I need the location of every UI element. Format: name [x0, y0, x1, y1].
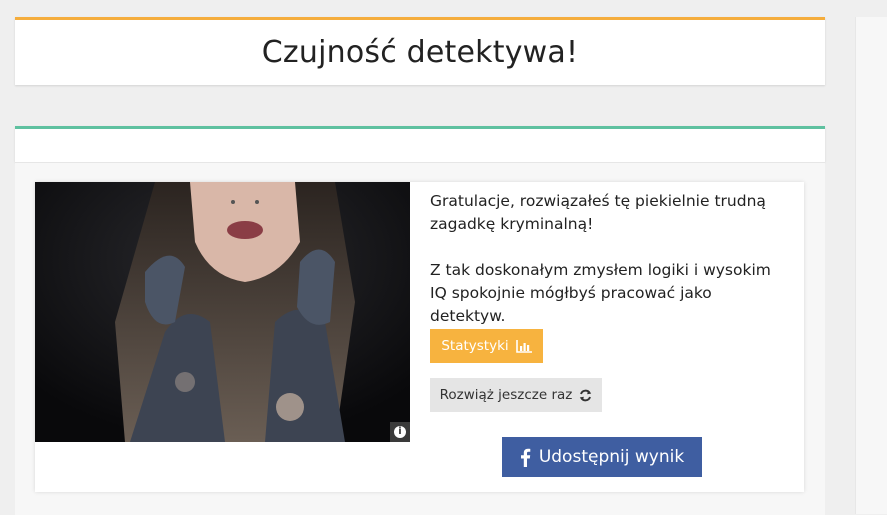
facebook-icon [520, 448, 531, 467]
title-card: Czujność detektywa! [15, 17, 825, 85]
stats-button-label: Statystyki [441, 338, 509, 354]
info-icon[interactable]: i [390, 422, 410, 442]
bar-chart-icon [515, 339, 532, 353]
result-message: Gratulacje, rozwiązałeś tę piekielnie tr… [430, 192, 766, 233]
sidebar [855, 17, 887, 514]
result-card: i Gratulacje, rozwiązałeś tę piekielnie … [35, 182, 804, 492]
result-image: i [35, 182, 410, 442]
stats-button[interactable]: Statystyki [430, 329, 543, 363]
section-header [15, 126, 825, 162]
refresh-icon [579, 389, 592, 402]
portrait-illustration [35, 182, 410, 442]
page-title: Czujność detektywa! [261, 35, 579, 70]
share-button[interactable]: Udostępnij wynik [502, 437, 702, 477]
result-description: Z tak doskonałym zmysłem logiki i wysoki… [430, 261, 771, 325]
retry-button[interactable]: Rozwiąż jeszcze raz [430, 378, 602, 412]
share-button-label: Udostępnij wynik [538, 447, 685, 467]
retry-button-label: Rozwiąż jeszcze raz [439, 387, 573, 403]
result-text: Gratulacje, rozwiązałeś tę piekielnie tr… [430, 190, 790, 351]
